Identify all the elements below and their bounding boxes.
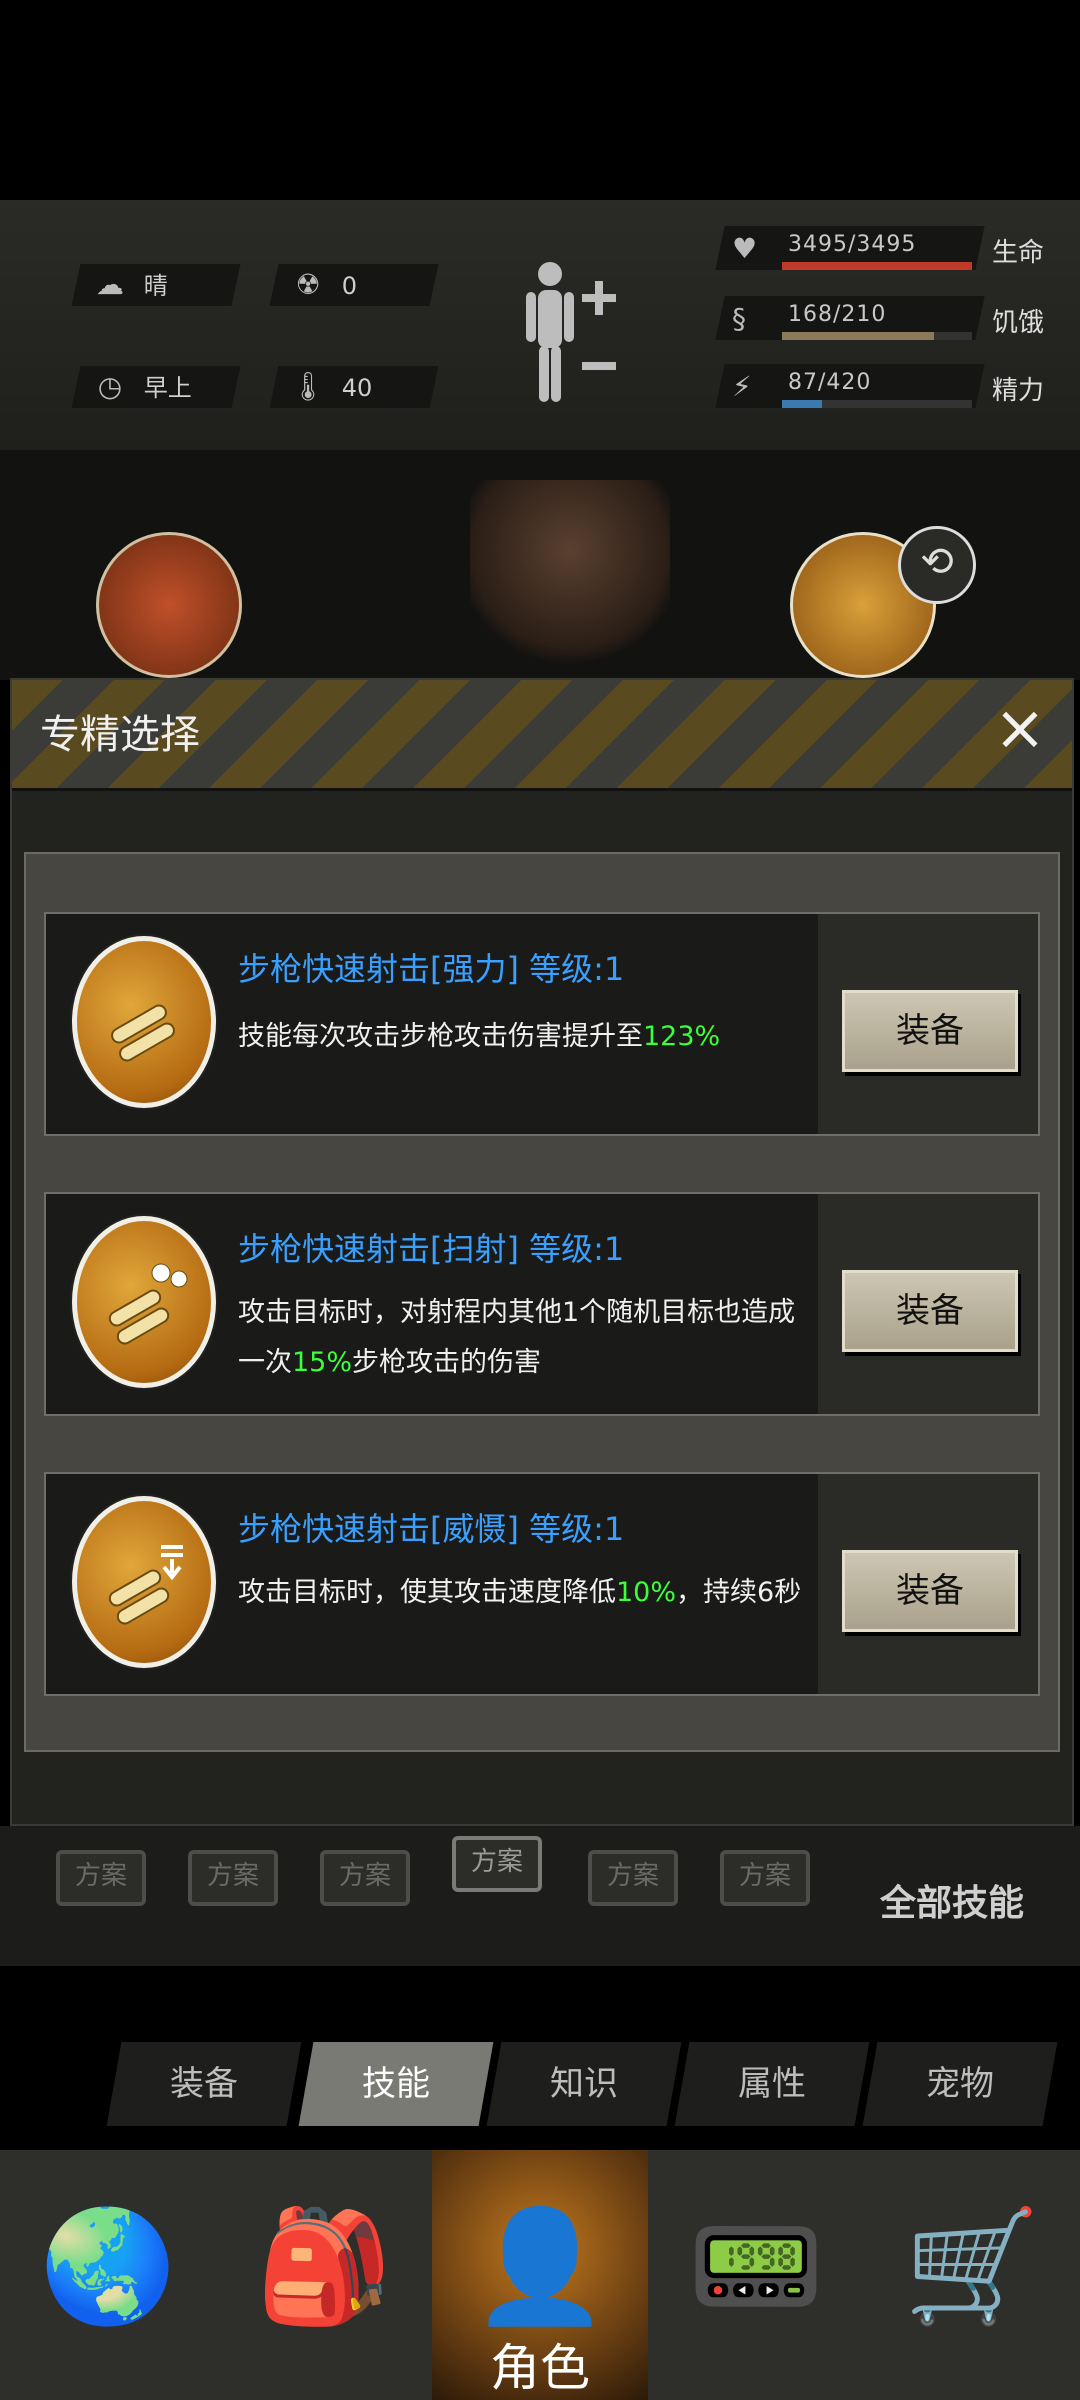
skill-title: 步枪快速射击[扫射] 等级:1 bbox=[238, 1230, 625, 1268]
skill-highlight-value: 10% bbox=[616, 1577, 677, 1608]
time-text: 早上 bbox=[143, 374, 192, 402]
modal-header: 专精选择 × bbox=[12, 680, 1072, 791]
nav-character[interactable]: 👤 角色 bbox=[432, 2150, 650, 2400]
skill-highlight-value: 123% bbox=[643, 1021, 721, 1052]
skill-description: 攻击目标时，对射程内其他1个随机目标也造成一次15%步枪攻击的伤害 bbox=[238, 1297, 796, 1378]
bullets-power-icon bbox=[72, 936, 216, 1108]
backpack-icon: 🎒 bbox=[255, 2202, 393, 2330]
sub-tabs: 装备 技能 知识 属性 宠物 bbox=[0, 1966, 1080, 2150]
temperature-value: 40 bbox=[341, 374, 373, 402]
energy-label: 精力 bbox=[992, 376, 1045, 406]
skill-title: 步枪快速射击[强力] 等级:1 bbox=[238, 950, 625, 988]
bullets-targets-icon bbox=[72, 1216, 216, 1388]
plan-button-active[interactable]: 方案 bbox=[452, 1836, 542, 1892]
character-scene: ⟲ bbox=[0, 450, 1080, 680]
body-figure-icon bbox=[526, 262, 616, 402]
character-icon: 👤 bbox=[471, 2202, 609, 2330]
health-label: 生命 bbox=[992, 238, 1045, 268]
swap-icon[interactable]: ⟲ bbox=[898, 526, 976, 604]
time-pill: ◷ 早上 bbox=[71, 366, 241, 408]
plan-row: 方案 方案 方案 方案 方案 方案 全部技能 bbox=[0, 1826, 1080, 1966]
body-status-button[interactable] bbox=[520, 258, 620, 408]
status-area: ☁ 晴 ☢ 0 ◷ 早上 🌡 40 ♥ 3495/3495 生命 § 168/210 bbox=[0, 200, 1080, 450]
plan-button[interactable]: 方案 bbox=[320, 1850, 410, 1906]
hunger-stat: § 168/210 饥饿 bbox=[715, 296, 1060, 346]
cart-icon: 🛒 bbox=[903, 2202, 1041, 2330]
specialization-modal: 专精选择 × 步枪快速射击[强力] 等级:1 技能每次攻击步枪攻击伤害提升至12… bbox=[10, 678, 1074, 1826]
radiation-value: 0 bbox=[341, 272, 358, 300]
nav-shop[interactable]: 🛒 bbox=[864, 2150, 1080, 2400]
nav-map[interactable]: 🌏 bbox=[0, 2150, 218, 2400]
tab-equipment[interactable]: 装备 bbox=[106, 2042, 302, 2126]
equip-button[interactable]: 装备 bbox=[842, 990, 1018, 1072]
plan-button[interactable]: 方案 bbox=[588, 1850, 678, 1906]
energy-value: 87/420 bbox=[788, 370, 872, 395]
plan-button[interactable]: 方案 bbox=[56, 1850, 146, 1906]
tab-attributes[interactable]: 属性 bbox=[674, 2042, 870, 2126]
skill-title: 步枪快速射击[威慑] 等级:1 bbox=[238, 1510, 625, 1548]
close-icon[interactable]: × bbox=[988, 697, 1052, 762]
health-bar-fill bbox=[782, 262, 972, 270]
all-skills-button[interactable]: 全部技能 bbox=[880, 1874, 1024, 1926]
tab-skills[interactable]: 技能 bbox=[298, 2042, 494, 2126]
weather-pill: ☁ 晴 bbox=[71, 264, 241, 306]
energy-stat: ⚡ 87/420 精力 bbox=[715, 364, 1060, 414]
thermometer-icon: 🌡 bbox=[290, 370, 326, 403]
radiation-icon: ☢ bbox=[295, 268, 321, 301]
radio-icon: 📟 bbox=[687, 2202, 825, 2330]
skill-highlight-value: 15% bbox=[292, 1347, 353, 1378]
health-value: 3495/3495 bbox=[788, 232, 917, 257]
plan-button[interactable]: 方案 bbox=[720, 1850, 810, 1906]
bullets-slow-icon bbox=[72, 1496, 216, 1668]
hunger-label: 饥饿 bbox=[992, 308, 1045, 338]
character-avatar bbox=[470, 480, 670, 680]
skill-card-sweep: 步枪快速射击[扫射] 等级:1 攻击目标时，对射程内其他1个随机目标也造成一次1… bbox=[44, 1192, 1040, 1416]
plan-button[interactable]: 方案 bbox=[188, 1850, 278, 1906]
bull-skull-skill-icon[interactable] bbox=[96, 532, 242, 678]
health-stat: ♥ 3495/3495 生命 bbox=[715, 226, 1060, 276]
nav-character-label: 角色 bbox=[490, 2339, 590, 2397]
brain-head-icon: ⚡ bbox=[732, 370, 752, 403]
heart-icon: ♥ bbox=[732, 232, 758, 265]
skill-list: 步枪快速射击[强力] 等级:1 技能每次攻击步枪攻击伤害提升至123% 装备 步… bbox=[24, 852, 1060, 1752]
skill-description: 攻击目标时，使其攻击速度降低10%，持续6秒 bbox=[238, 1577, 802, 1608]
equip-button[interactable]: 装备 bbox=[842, 1270, 1018, 1352]
modal-title: 专精选择 bbox=[40, 712, 200, 758]
cloud-sun-icon: ☁ bbox=[96, 268, 124, 301]
energy-bar-fill bbox=[782, 400, 822, 408]
skill-description: 技能每次攻击步枪攻击伤害提升至123% bbox=[238, 1021, 721, 1052]
hunger-value: 168/210 bbox=[788, 302, 887, 327]
clock-icon: ◷ bbox=[97, 370, 123, 403]
skill-card-deter: 步枪快速射击[威慑] 等级:1 攻击目标时，使其攻击速度降低10%，持续6秒 装… bbox=[44, 1472, 1040, 1696]
weather-text: 晴 bbox=[143, 272, 168, 300]
globe-icon: 🌏 bbox=[39, 2202, 177, 2330]
tab-knowledge[interactable]: 知识 bbox=[486, 2042, 682, 2126]
nav-backpack[interactable]: 🎒 bbox=[216, 2150, 434, 2400]
bottom-nav: 🌏 🎒 👤 角色 📟 🛒 bbox=[0, 2150, 1080, 2400]
nav-radio[interactable]: 📟 bbox=[648, 2150, 866, 2400]
temperature-pill: 🌡 40 bbox=[269, 366, 439, 408]
equip-button[interactable]: 装备 bbox=[842, 1550, 1018, 1632]
skill-card-power: 步枪快速射击[强力] 等级:1 技能每次攻击步枪攻击伤害提升至123% 装备 bbox=[44, 912, 1040, 1136]
tab-pets[interactable]: 宠物 bbox=[862, 2042, 1058, 2126]
hunger-bar-fill bbox=[782, 332, 934, 340]
radiation-pill: ☢ 0 bbox=[269, 264, 439, 306]
stomach-icon: § bbox=[732, 302, 746, 335]
